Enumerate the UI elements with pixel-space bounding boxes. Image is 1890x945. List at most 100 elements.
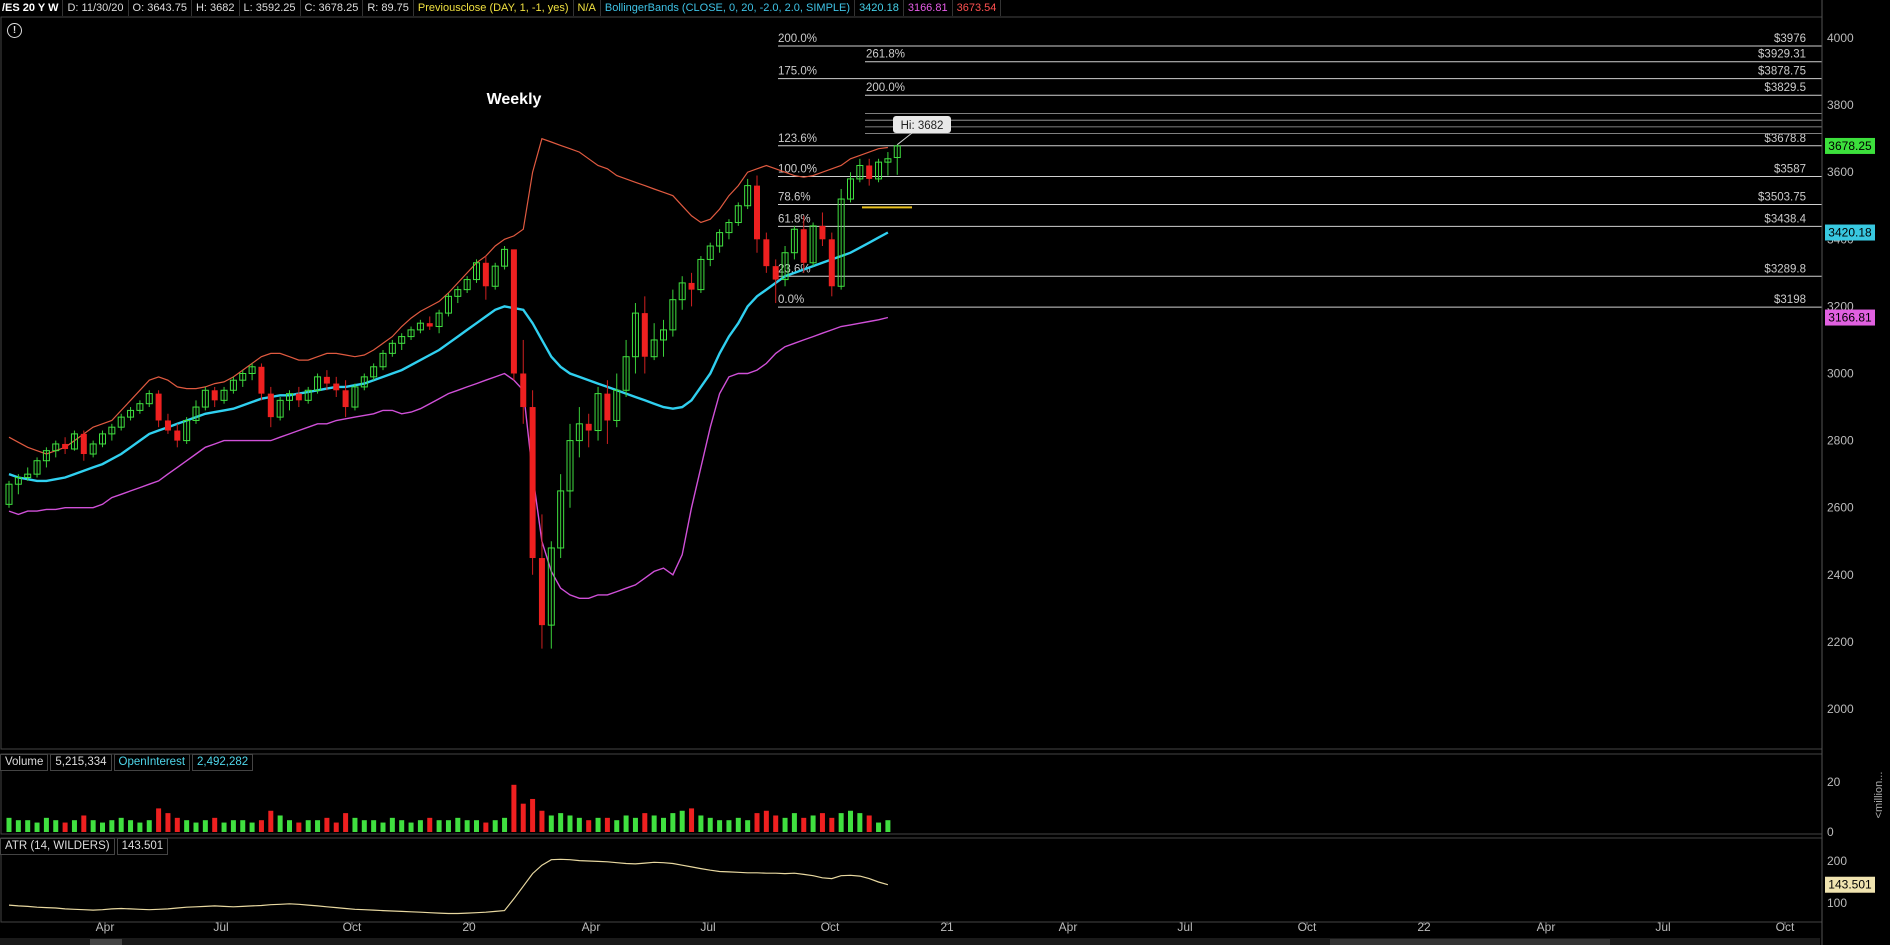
high-label: H: 3682 — [192, 0, 240, 16]
volume-bar — [174, 817, 180, 832]
volume-bar — [258, 820, 264, 832]
volume-bar — [221, 822, 227, 832]
prevclose-study-label[interactable]: Previousclose (DAY, 1, -1, yes) — [414, 0, 574, 16]
alert-icon[interactable]: ! — [7, 23, 22, 38]
candle-body — [688, 282, 695, 290]
volume-bar — [717, 820, 723, 832]
candle-body — [800, 229, 807, 263]
volume-bar — [661, 817, 666, 832]
time-scrollbar-thumb — [90, 939, 122, 945]
volume-bar — [614, 820, 620, 832]
bb-mid-line — [8, 231, 889, 483]
price-badge-text: 3678.25 — [1828, 139, 1872, 153]
candle-body — [426, 323, 433, 327]
volume-bar — [530, 798, 536, 832]
hi-label-text: Hi: 3682 — [901, 120, 944, 132]
volume-bar — [315, 820, 321, 832]
volume-bar — [230, 820, 236, 832]
volume-bar — [857, 813, 863, 832]
fib-price-label: $3678.8 — [1764, 133, 1806, 145]
fib-pct-label: 175.0% — [778, 66, 817, 78]
open-interest-label[interactable]: OpenInterest — [113, 754, 191, 771]
volume-bar — [287, 820, 292, 832]
atr-study-label[interactable]: ATR (14, WILDERS) — [0, 838, 115, 855]
price-tick-label: 3600 — [1827, 165, 1854, 179]
volume-bar — [109, 820, 115, 832]
volume-bar — [361, 820, 367, 832]
volume-tick-label: 20 — [1827, 775, 1841, 789]
volume-bar — [436, 820, 442, 832]
price-tick-label: 3800 — [1827, 98, 1854, 112]
candle-body — [604, 393, 611, 421]
volume-bar — [34, 822, 40, 832]
bb-mid-value: 3420.18 — [855, 0, 904, 16]
candle-body — [510, 249, 517, 374]
volume-bar — [838, 813, 844, 832]
candle-body — [754, 185, 760, 240]
volume-panel-header: Volume 5,215,334 OpenInterest 2,492,282 — [0, 754, 255, 771]
atr-line — [8, 858, 889, 915]
volume-bar — [268, 810, 274, 832]
candle-body — [482, 262, 489, 287]
volume-study-label[interactable]: Volume — [0, 754, 49, 771]
volume-bar — [202, 820, 208, 832]
atr-tick-label: 100 — [1827, 896, 1847, 910]
volume-bar — [866, 815, 872, 832]
volume-bar — [604, 817, 610, 832]
date-label: D: 11/30/20 — [63, 0, 129, 16]
atr-series-line — [8, 858, 889, 915]
volume-bar — [483, 822, 489, 832]
volume-bar — [249, 822, 255, 832]
candle-body — [211, 390, 218, 401]
price-tick-label: 2800 — [1827, 434, 1854, 448]
volume-bar — [53, 820, 59, 832]
volume-bar — [885, 820, 891, 832]
candle-body — [295, 393, 302, 401]
volume-bar — [399, 820, 405, 832]
price-tick-label: 2000 — [1827, 702, 1854, 716]
volume-bar — [520, 803, 526, 832]
candle-body — [772, 266, 779, 280]
candle-body — [819, 225, 826, 240]
volume-bar — [586, 820, 592, 832]
volume-bar — [156, 808, 162, 832]
volume-bar — [128, 820, 134, 832]
volume-axis-title: <million... — [1873, 772, 1885, 819]
volume-bar — [791, 813, 797, 832]
volume-bar — [81, 815, 87, 832]
fib-price-label: $3929.31 — [1758, 49, 1806, 61]
bb-low-value: 3166.81 — [904, 0, 953, 16]
volume-bar — [689, 808, 695, 832]
volume-bar — [137, 822, 143, 832]
candles — [5, 144, 901, 649]
candle-body — [258, 366, 265, 394]
bollinger-study-label[interactable]: BollingerBands (CLOSE, 0, 20, -2.0, 2.0,… — [601, 0, 856, 16]
price-tick-label: 3000 — [1827, 367, 1854, 381]
volume-bar — [212, 817, 218, 832]
candle-body — [323, 376, 330, 384]
fib-price-label: $3438.4 — [1764, 213, 1806, 225]
atr-tick-label: 200 — [1827, 854, 1847, 868]
fib-price-label: $3878.75 — [1758, 66, 1806, 78]
volume-bar — [539, 810, 545, 832]
volume-bar — [184, 820, 190, 832]
volume-bar — [474, 820, 479, 832]
symbol-label[interactable]: /ES 20 Y W — [0, 0, 64, 16]
volume-bar — [642, 813, 648, 832]
fib-price-label: $3289.8 — [1764, 263, 1806, 275]
atr-value: 143.501 — [116, 838, 169, 855]
volume-bar — [305, 820, 311, 832]
range-label: R: 89.75 — [363, 0, 414, 16]
candle-body — [763, 239, 770, 267]
volume-bar — [43, 817, 49, 832]
time-scrollbar-range — [1330, 939, 1610, 945]
volume-bar — [567, 815, 573, 832]
candle-body — [866, 165, 873, 179]
volume-bar — [100, 822, 105, 832]
candle-body — [62, 443, 69, 449]
fib-pct-label: 200.0% — [778, 33, 817, 45]
volume-bar — [324, 817, 330, 832]
bb-lower-line — [8, 316, 889, 599]
volume-bar — [502, 817, 508, 832]
volume-bar — [745, 820, 751, 832]
